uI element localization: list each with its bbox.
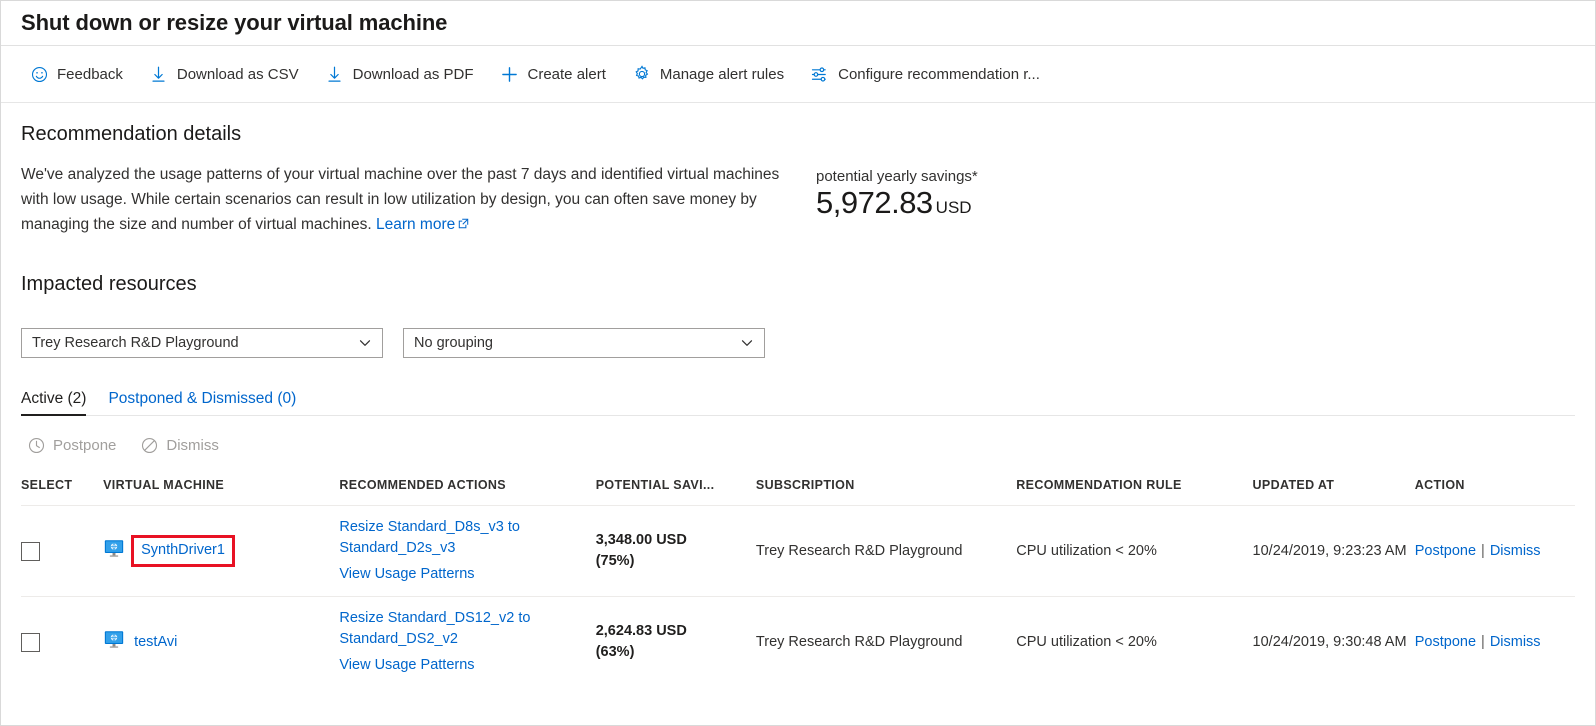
row-dismiss-link[interactable]: Dismiss <box>1490 543 1541 559</box>
table-header-row: SELECT VIRTUAL MACHINE RECOMMENDED ACTIO… <box>21 470 1575 506</box>
column-header-virtual-machine: VIRTUAL MACHINE <box>103 470 339 506</box>
recommendation-description-block: We've analyzed the usage patterns of you… <box>21 162 791 237</box>
virtual-machine-link[interactable]: testAvi <box>134 632 177 653</box>
column-header-updated-at: UPDATED AT <box>1253 470 1415 506</box>
configure-recommendation-rules-button[interactable]: Configure recommendation r... <box>800 57 1050 91</box>
row-virtual-machine-cell: SynthDriver1 <box>103 506 339 597</box>
external-link-icon <box>458 212 469 237</box>
row-updated-at-cell: 10/24/2019, 9:23:23 AM <box>1253 506 1415 597</box>
create-alert-label: Create alert <box>528 66 606 83</box>
row-recommended-actions-cell: Resize Standard_D8s_v3 to Standard_D2s_v… <box>339 506 595 597</box>
row-subscription-cell: Trey Research R&D Playground <box>756 597 1016 688</box>
subscription-filter-value: Trey Research R&D Playground <box>32 335 358 351</box>
column-header-subscription: SUBSCRIPTION <box>756 470 1016 506</box>
impacted-resources-tabs: Active (2) Postponed & Dismissed (0) <box>21 390 1575 416</box>
postpone-button[interactable]: Postpone <box>21 430 122 460</box>
tab-postponed-dismissed[interactable]: Postponed & Dismissed (0) <box>108 390 296 415</box>
row-updated-at-cell: 10/24/2019, 9:30:48 AM <box>1253 597 1415 688</box>
chevron-down-icon <box>740 336 754 350</box>
row-checkbox[interactable] <box>21 633 40 652</box>
grouping-filter-dropdown[interactable]: No grouping <box>403 328 765 358</box>
column-header-action: ACTION <box>1415 470 1575 506</box>
row-potential-savings-cell: 2,624.83 USD (63%) <box>596 597 756 688</box>
row-subscription-cell: Trey Research R&D Playground <box>756 506 1016 597</box>
download-pdf-label: Download as PDF <box>353 66 474 83</box>
column-header-select: SELECT <box>21 470 103 506</box>
chevron-down-icon <box>358 336 372 350</box>
plus-icon <box>500 64 520 84</box>
potential-savings-value-row: 5,972.83USD <box>816 186 978 220</box>
action-separator: | <box>1481 543 1485 559</box>
action-separator: | <box>1481 634 1485 650</box>
table-row: testAvi Resize Standard_DS12_v2 to Stand… <box>21 597 1575 688</box>
download-icon <box>149 64 169 84</box>
learn-more-link[interactable]: Learn more <box>376 216 455 233</box>
download-csv-label: Download as CSV <box>177 66 299 83</box>
potential-savings-amount: 5,972.83 <box>816 185 933 220</box>
row-virtual-machine-cell: testAvi <box>103 597 339 688</box>
download-csv-button[interactable]: Download as CSV <box>139 57 309 91</box>
virtual-machine-icon <box>103 628 125 657</box>
dismiss-label: Dismiss <box>166 437 219 454</box>
smiley-icon <box>29 64 49 84</box>
create-alert-button[interactable]: Create alert <box>490 57 616 91</box>
grid-command-bar: Postpone Dismiss <box>21 430 1575 460</box>
page-titlebar: Shut down or resize your virtual machine <box>1 1 1595 46</box>
recommendation-details-heading: Recommendation details <box>21 123 1575 146</box>
row-recommendation-rule-cell: CPU utilization < 20% <box>1016 506 1252 597</box>
column-header-potential-savings: POTENTIAL SAVI... <box>596 470 756 506</box>
impacted-resources-heading: Impacted resources <box>21 273 1575 296</box>
command-bar: Feedback Download as CSV Download as <box>1 46 1595 103</box>
row-postpone-link[interactable]: Postpone <box>1415 634 1476 650</box>
row-savings-percent: (63%) <box>596 642 748 663</box>
recommendation-detail-page: Shut down or resize your virtual machine… <box>0 0 1596 726</box>
virtual-machine-link[interactable]: SynthDriver1 <box>131 535 235 567</box>
row-action-cell: Postpone | Dismiss <box>1415 506 1575 597</box>
row-action-cell: Postpone | Dismiss <box>1415 597 1575 688</box>
sliders-icon <box>810 64 830 84</box>
feedback-button[interactable]: Feedback <box>19 57 133 91</box>
gear-icon <box>632 64 652 84</box>
potential-savings-currency: USD <box>936 198 972 217</box>
filters-row: Trey Research R&D Playground No grouping <box>21 328 1575 358</box>
row-savings-percent: (75%) <box>596 551 748 572</box>
manage-alert-rules-label: Manage alert rules <box>660 66 784 83</box>
postpone-label: Postpone <box>53 437 116 454</box>
potential-savings-label: potential yearly savings* <box>816 168 978 185</box>
feedback-label: Feedback <box>57 66 123 83</box>
table-row: SynthDriver1 Resize Standard_D8s_v3 to S… <box>21 506 1575 597</box>
dismiss-button[interactable]: Dismiss <box>134 430 225 460</box>
row-savings-value: 3,348.00 USD <box>596 532 687 548</box>
page-content: Recommendation details We've analyzed th… <box>1 123 1595 687</box>
column-header-recommendation-rule: RECOMMENDATION RULE <box>1016 470 1252 506</box>
row-recommendation-rule-cell: CPU utilization < 20% <box>1016 597 1252 688</box>
download-pdf-button[interactable]: Download as PDF <box>315 57 484 91</box>
clock-icon <box>27 436 45 454</box>
impacted-resources-table: SELECT VIRTUAL MACHINE RECOMMENDED ACTIO… <box>21 470 1575 687</box>
subscription-filter-dropdown[interactable]: Trey Research R&D Playground <box>21 328 383 358</box>
row-potential-savings-cell: 3,348.00 USD (75%) <box>596 506 756 597</box>
manage-alert-rules-button[interactable]: Manage alert rules <box>622 57 794 91</box>
tab-active[interactable]: Active (2) <box>21 390 86 415</box>
download-icon <box>325 64 345 84</box>
view-usage-patterns-link[interactable]: View Usage Patterns <box>339 564 587 585</box>
row-recommended-actions-cell: Resize Standard_DS12_v2 to Standard_DS2_… <box>339 597 595 688</box>
resize-action-link[interactable]: Resize Standard_DS12_v2 to Standard_DS2_… <box>339 608 587 650</box>
recommendation-summary: We've analyzed the usage patterns of you… <box>21 162 1575 237</box>
potential-savings-block: potential yearly savings* 5,972.83USD <box>816 162 978 220</box>
row-select-cell <box>21 597 103 688</box>
column-header-recommended-actions: RECOMMENDED ACTIONS <box>339 470 595 506</box>
resize-action-link[interactable]: Resize Standard_D8s_v3 to Standard_D2s_v… <box>339 517 587 559</box>
block-icon <box>140 436 158 454</box>
view-usage-patterns-link[interactable]: View Usage Patterns <box>339 655 587 676</box>
virtual-machine-icon <box>103 537 125 566</box>
grouping-filter-value: No grouping <box>414 335 740 351</box>
row-dismiss-link[interactable]: Dismiss <box>1490 634 1541 650</box>
row-savings-value: 2,624.83 USD <box>596 623 687 639</box>
configure-recommendation-rules-label: Configure recommendation r... <box>838 66 1040 83</box>
row-checkbox[interactable] <box>21 542 40 561</box>
page-title: Shut down or resize your virtual machine <box>21 10 447 36</box>
row-select-cell <box>21 506 103 597</box>
row-postpone-link[interactable]: Postpone <box>1415 543 1476 559</box>
